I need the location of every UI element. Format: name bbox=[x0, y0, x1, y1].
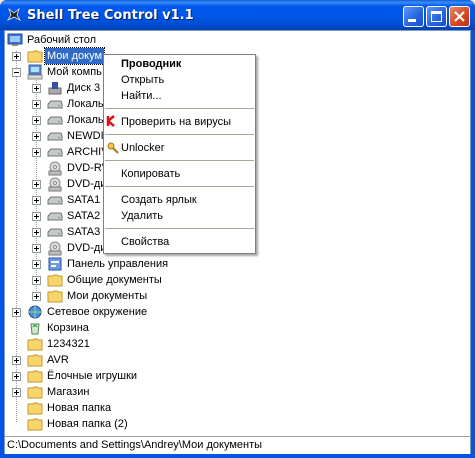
menu-item-label: Unlocker bbox=[121, 142, 165, 154]
expand-toggle[interactable] bbox=[32, 276, 41, 285]
cdrom-icon bbox=[48, 241, 62, 256]
menu-item-unlocker[interactable]: Unlocker bbox=[104, 139, 255, 157]
menu-item-label: Копировать bbox=[121, 168, 181, 180]
menu-separator bbox=[105, 134, 254, 135]
folder-icon bbox=[47, 290, 63, 303]
expand-toggle[interactable] bbox=[32, 100, 41, 109]
expand-toggle[interactable] bbox=[12, 372, 21, 381]
menu-separator bbox=[105, 160, 254, 161]
control-panel-icon bbox=[48, 257, 62, 271]
drive-icon bbox=[47, 196, 63, 205]
computer-icon bbox=[27, 64, 43, 80]
minimize-button[interactable] bbox=[403, 6, 424, 27]
tree-item-label: Магазин bbox=[47, 386, 90, 398]
tree-item-label: 1234321 bbox=[47, 338, 90, 350]
collapse-toggle[interactable] bbox=[12, 68, 21, 77]
folder-icon bbox=[47, 274, 63, 287]
expand-toggle[interactable] bbox=[32, 196, 41, 205]
menu-item-label: Удалить bbox=[121, 210, 163, 222]
maximize-icon bbox=[431, 11, 442, 22]
tree-item-label: Локаль bbox=[67, 98, 104, 110]
unlocker-icon bbox=[107, 142, 119, 154]
tree-item-label: Локаль bbox=[67, 114, 104, 126]
menu-item-label: Найти... bbox=[121, 90, 162, 102]
close-icon bbox=[454, 11, 465, 22]
tree-item-label: Панель управления bbox=[67, 258, 169, 270]
minimize-icon bbox=[408, 19, 416, 22]
tree-item-label: Диск 3 bbox=[67, 82, 101, 94]
expand-toggle[interactable] bbox=[32, 212, 41, 221]
menu-item-label: Проверить на вирусы bbox=[121, 116, 232, 128]
expand-toggle[interactable] bbox=[32, 260, 41, 269]
tree-item-label: Рабочий стол bbox=[27, 34, 97, 46]
window-title: Shell Tree Control v1.1 bbox=[27, 8, 194, 23]
folder-icon bbox=[27, 354, 43, 367]
floppy-icon bbox=[48, 82, 62, 95]
drive-icon bbox=[47, 132, 63, 141]
menu-item-scan-virus[interactable]: Проверить на вирусы bbox=[104, 113, 255, 131]
context-menu: Проводник Открыть Найти... Проверить на … bbox=[103, 54, 256, 254]
tree-item-label: Общие документы bbox=[67, 274, 162, 286]
app-icon bbox=[6, 7, 22, 21]
menu-item-delete[interactable]: Удалить bbox=[104, 207, 255, 225]
cdrom-icon bbox=[48, 177, 62, 192]
desktop-icon bbox=[7, 33, 23, 46]
expand-toggle[interactable] bbox=[32, 292, 41, 301]
expand-toggle[interactable] bbox=[12, 356, 21, 365]
tree-item-label: SATA3 bbox=[67, 226, 101, 238]
menu-separator bbox=[105, 108, 254, 109]
tree-item-label: Мой компь bbox=[47, 66, 102, 78]
menu-item-label: Свойства bbox=[121, 236, 170, 248]
expand-toggle[interactable] bbox=[32, 228, 41, 237]
expand-toggle[interactable] bbox=[32, 132, 41, 141]
menu-separator bbox=[105, 228, 254, 229]
tree-guide-line bbox=[16, 51, 18, 422]
tree-item-label: Мои докум bbox=[43, 47, 106, 65]
recycle-bin-icon bbox=[30, 323, 40, 335]
cdrom-icon bbox=[48, 161, 62, 176]
tree-item-label: DVD-ди bbox=[67, 242, 107, 254]
tree-item-label: Сетевое окружение bbox=[47, 306, 148, 318]
drive-icon bbox=[47, 148, 63, 157]
tree-item-label: AVR bbox=[47, 354, 69, 366]
status-path: C:\Documents and Settings\Andrey\Мои док… bbox=[7, 439, 263, 451]
folder-icon bbox=[27, 370, 43, 383]
folder-icon bbox=[27, 338, 43, 351]
drive-icon bbox=[47, 212, 63, 221]
menu-separator bbox=[105, 186, 254, 187]
drive-icon bbox=[47, 116, 63, 125]
tree-item-label: Новая папка (2) bbox=[47, 418, 128, 430]
close-button[interactable] bbox=[449, 6, 470, 27]
app-window: Shell Tree Control v1.1 Рабочий стол Мои… bbox=[0, 0, 475, 458]
tree-item-label: DVD-ди bbox=[67, 178, 107, 190]
tree-item-label: SATA1 bbox=[67, 194, 101, 206]
expand-toggle[interactable] bbox=[32, 244, 41, 253]
tree-item-label: Корзина bbox=[47, 322, 89, 334]
title-bar[interactable]: Shell Tree Control v1.1 bbox=[0, 0, 475, 30]
drive-icon bbox=[47, 228, 63, 237]
network-icon bbox=[28, 305, 42, 319]
tree-item-label: Ёлочные игрушки bbox=[47, 370, 138, 382]
menu-item-find[interactable]: Найти... bbox=[104, 87, 255, 105]
tree-item-label: SATA2 bbox=[67, 210, 101, 222]
folder-icon bbox=[27, 386, 43, 399]
expand-toggle[interactable] bbox=[12, 52, 21, 61]
folder-icon bbox=[27, 50, 43, 63]
expand-toggle[interactable] bbox=[12, 388, 21, 397]
tree-item-label: Мои документы bbox=[67, 290, 148, 302]
maximize-button[interactable] bbox=[426, 6, 447, 27]
status-bar: C:\Documents and Settings\Andrey\Мои док… bbox=[5, 436, 470, 454]
menu-item-copy[interactable]: Копировать bbox=[104, 165, 255, 183]
folder-icon bbox=[27, 402, 43, 415]
menu-item-properties[interactable]: Свойства bbox=[104, 233, 255, 251]
folder-icon bbox=[27, 418, 43, 431]
tree-item-label: Новая папка bbox=[47, 402, 112, 414]
expand-toggle[interactable] bbox=[32, 116, 41, 125]
kaspersky-icon bbox=[106, 115, 115, 127]
expand-toggle[interactable] bbox=[32, 84, 41, 93]
drive-icon bbox=[47, 100, 63, 109]
expand-toggle[interactable] bbox=[32, 180, 41, 189]
expand-toggle[interactable] bbox=[32, 148, 41, 157]
expand-toggle[interactable] bbox=[12, 308, 21, 317]
